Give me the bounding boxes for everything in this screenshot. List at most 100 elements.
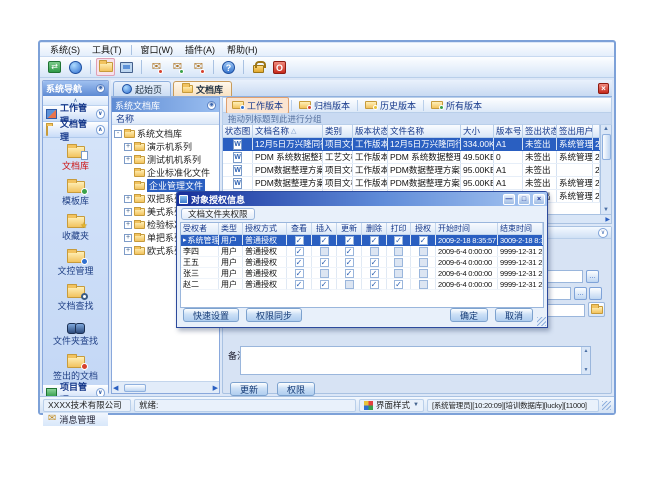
expand-icon[interactable]: + (124, 156, 132, 164)
column-header[interactable]: 文件名称 (388, 125, 461, 137)
nav-group-doc[interactable]: 文档管理 ∧ (43, 122, 108, 138)
expand-icon[interactable]: + (124, 143, 132, 151)
perm-checkbox-print[interactable]: ✓ (394, 280, 403, 289)
expand-icon[interactable]: + (124, 221, 132, 229)
column-header[interactable]: 查看 (287, 223, 312, 234)
menu-plugin[interactable]: 插件(A) (179, 42, 221, 57)
perm-checkbox-view[interactable]: ✓ (295, 269, 304, 278)
connection-button[interactable]: ⇄ (45, 58, 64, 76)
table-row[interactable]: W 12月5日万兴隆同行... 项目文档 工作版本 12月5日万兴隆同行... … (223, 138, 600, 151)
menu-window[interactable]: 窗口(W) (135, 42, 180, 57)
all-version-button[interactable]: 所有版本 (426, 98, 487, 113)
tree-column-header[interactable]: 名称 (112, 112, 219, 125)
archive-version-button[interactable]: 归档版本 (294, 98, 355, 113)
menu-help[interactable]: 帮助(H) (221, 42, 264, 57)
workspace-button[interactable] (117, 58, 136, 76)
perm-checkbox-update[interactable] (345, 280, 354, 289)
group-by-bar[interactable]: 拖动列标题到此进行分组 (222, 113, 612, 125)
pin-icon[interactable]: ◉ (96, 84, 105, 93)
tab-doc-library[interactable]: 文档库 (173, 81, 232, 96)
lock-button[interactable] (249, 58, 268, 76)
tab-message-manage[interactable]: ✉ 消息管理 (43, 411, 108, 426)
scroll-left-icon[interactable]: ◀ (113, 384, 118, 392)
permission-button[interactable]: 权限 (277, 382, 315, 396)
column-header[interactable]: 插入 (312, 223, 337, 234)
tree-node[interactable]: + 测试机机系列 (124, 153, 219, 166)
column-header[interactable]: 签出状态 (523, 125, 557, 137)
perm-checkbox-update[interactable]: ✓ (345, 247, 354, 256)
dialog-title-bar[interactable]: 对象授权信息 — □ × (177, 192, 547, 206)
perm-checkbox-delete[interactable]: ✓ (370, 280, 379, 289)
menu-system[interactable]: 系统(S) (44, 42, 86, 57)
scroll-up-icon[interactable]: ▲ (603, 126, 609, 132)
perm-checkbox-print[interactable]: ✓ (394, 236, 403, 245)
perm-checkbox-print[interactable] (394, 269, 403, 278)
sidebar-item-favorites[interactable]: ★ 收藏夹 (43, 210, 108, 245)
tree-node[interactable]: 企业标准化文件 (134, 166, 219, 179)
browse-icon[interactable]: … (574, 287, 587, 300)
perm-checkbox-grant[interactable] (419, 247, 428, 256)
perm-checkbox-insert[interactable] (320, 269, 329, 278)
scroll-right-icon[interactable]: ▶ (213, 384, 218, 392)
column-header[interactable] (593, 125, 600, 137)
expand-icon[interactable]: + (124, 195, 132, 203)
message-new-button[interactable]: ✉ (147, 58, 166, 76)
message-all-button[interactable]: ✉ (189, 58, 208, 76)
scroll-down-icon[interactable]: ▼ (584, 367, 589, 373)
perm-checkbox-grant[interactable] (419, 280, 428, 289)
scroll-right-icon[interactable]: ▶ (605, 216, 610, 223)
perm-checkbox-view[interactable]: ✓ (295, 247, 304, 256)
browse-icon[interactable]: … (586, 270, 599, 283)
expand-icon[interactable]: + (124, 247, 132, 255)
ok-button[interactable]: 确定 (450, 308, 488, 322)
expand-icon[interactable]: + (124, 234, 132, 242)
perm-checkbox-delete[interactable]: ✓ (370, 236, 379, 245)
collapse-icon[interactable]: - (114, 130, 122, 138)
column-header[interactable]: 删除 (362, 223, 387, 234)
column-header[interactable]: 开始时间 (436, 223, 498, 234)
tree-node[interactable]: + 演示机系列 (124, 140, 219, 153)
grid-vertical-scrollbar[interactable]: ▲ ▼ (600, 125, 611, 214)
exit-button[interactable]: O (270, 58, 289, 76)
ui-style-selector[interactable]: 界面样式 ▼ (359, 399, 424, 412)
open-folder-button[interactable] (588, 302, 605, 317)
scrollbar-thumb[interactable] (602, 134, 611, 160)
home-page-button[interactable] (66, 58, 85, 76)
doc-library-button[interactable] (96, 58, 115, 76)
help-button[interactable]: ? (219, 58, 238, 76)
close-tab-icon[interactable]: × (598, 83, 609, 94)
perm-checkbox-view[interactable]: ✓ (295, 280, 304, 289)
column-header[interactable]: 打印 (387, 223, 411, 234)
permission-row[interactable]: 王五 用户 普通授权 ✓ ✓ ✓ ✓ 2009-6-4 0:00:00 9999… (181, 257, 543, 268)
menu-tools[interactable]: 工具(T) (86, 42, 128, 57)
update-button[interactable]: 更新 (230, 382, 268, 396)
column-header[interactable]: 类别 (323, 125, 353, 137)
perm-checkbox-view[interactable]: ✓ (295, 258, 304, 267)
expand-icon[interactable]: + (124, 208, 132, 216)
perm-checkbox-update[interactable]: ✓ (345, 269, 354, 278)
perm-checkbox-grant[interactable] (419, 258, 428, 267)
close-icon[interactable]: × (533, 194, 545, 205)
clear-icon[interactable] (589, 287, 602, 300)
scroll-up-icon[interactable]: ▲ (584, 348, 589, 354)
perm-checkbox-insert[interactable]: ✓ (320, 258, 329, 267)
resize-grip[interactable] (602, 401, 611, 410)
table-row[interactable]: W PDM 系统数据整理检... 工艺文档 工作版本 PDM 系统数据整理...… (223, 151, 600, 164)
perm-checkbox-view[interactable]: ✓ (295, 236, 304, 245)
perm-checkbox-insert[interactable]: ✓ (320, 236, 329, 245)
column-header[interactable]: 授权方式 (243, 223, 287, 234)
perm-checkbox-delete[interactable]: ✓ (370, 258, 379, 267)
chevron-up-icon[interactable]: ∧ (96, 125, 105, 135)
column-header[interactable]: 版本状态 (353, 125, 388, 137)
collapse-panel-icon[interactable]: ∨ (598, 228, 608, 238)
permission-row[interactable]: 李四 用户 普通授权 ✓ ✓ 2009-6-4 0:00:00 9999-12-… (181, 246, 543, 257)
perm-checkbox-update[interactable]: ✓ (345, 236, 354, 245)
perm-checkbox-grant[interactable]: ✓ (419, 236, 428, 245)
perm-checkbox-insert[interactable]: ✓ (320, 280, 329, 289)
permission-row[interactable]: 赵二 用户 普通授权 ✓ ✓ ✓ ✓ 2009-6-4 0:00:00 9999… (181, 279, 543, 290)
permission-row[interactable]: 系统管理员 用户 普通授权 ✓ ✓ ✓ ✓ ✓ ✓ 2009-2-18 8:35… (181, 235, 543, 246)
tree-horizontal-scrollbar[interactable]: ◀ ▶ (112, 381, 219, 393)
sidebar-item-doc-control[interactable]: 文控管理 (43, 245, 108, 280)
tab-folder-permissions[interactable]: 文档文件夹权限 (181, 208, 255, 220)
work-version-button[interactable]: 工作版本 (226, 97, 289, 114)
